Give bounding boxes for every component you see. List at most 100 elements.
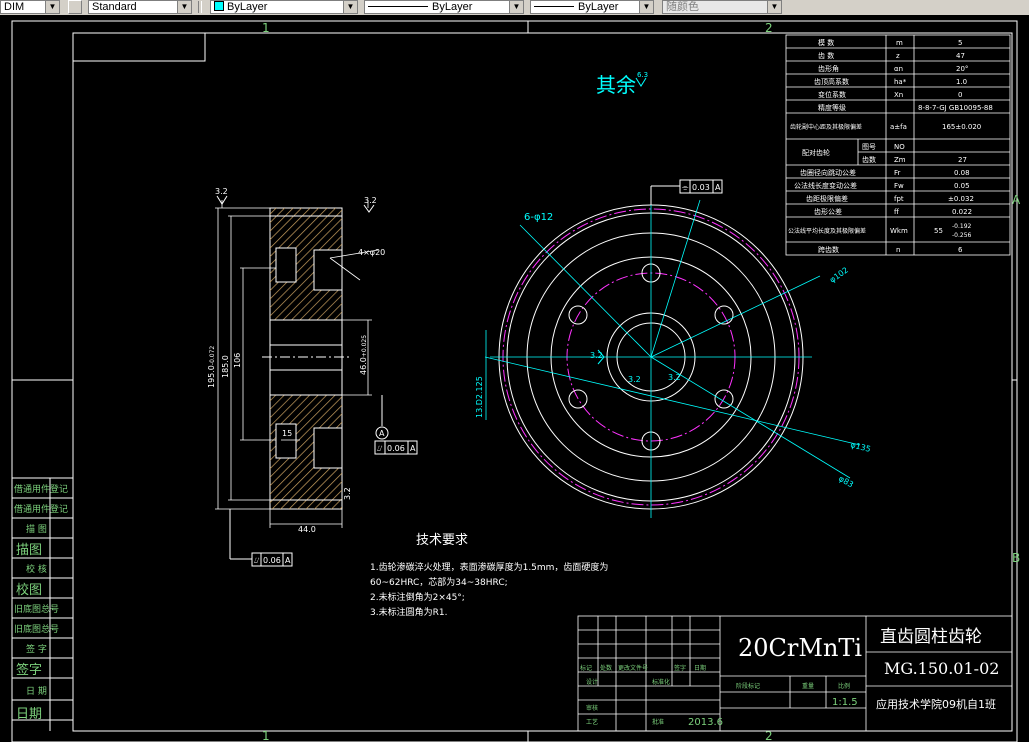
text-style-manager-icon[interactable]: [68, 0, 82, 14]
text-style-combo[interactable]: Standard ▼: [88, 0, 192, 14]
svg-text:签字: 签字: [674, 664, 686, 672]
strip-label: 描图: [16, 543, 42, 558]
plot-style-value: 随颜色: [666, 1, 699, 13]
svg-text:齿形公差: 齿形公差: [814, 207, 842, 216]
tech-req-line: 60~62HRC，芯部为34~38HRC;: [370, 576, 508, 588]
svg-text:标记: 标记: [580, 664, 592, 672]
chevron-down-icon[interactable]: ▼: [509, 1, 523, 13]
svg-text:处数: 处数: [600, 664, 612, 672]
surface-note-roughness: 6.3: [637, 71, 648, 79]
dim-d2: 185.0: [221, 355, 230, 378]
svg-text:n: n: [896, 246, 900, 254]
chevron-down-icon[interactable]: ▼: [767, 1, 781, 13]
hole-label: 6-φ12: [524, 212, 553, 223]
tol-symbol: ⌯: [682, 183, 689, 192]
lineweight-combo[interactable]: ByLayer ▼: [530, 0, 654, 14]
svg-text:55: 55: [934, 227, 943, 235]
svg-text:27: 27: [958, 156, 967, 164]
svg-text:20°: 20°: [956, 65, 968, 73]
svg-text:工艺: 工艺: [586, 718, 598, 726]
svg-text:标准化: 标准化: [652, 678, 670, 686]
properties-toolbar: DIM ▼ Standard ▼ ByLayer ▼ ByLayer ▼ ByLayer…: [0, 0, 1029, 16]
linetype-combo[interactable]: ByLayer ▼: [364, 0, 524, 14]
drawing-no: MG.150.01-02: [884, 659, 999, 678]
tol-symbol: ⌰: [254, 556, 260, 565]
lineweight-preview: [534, 6, 574, 7]
svg-text:齿形角: 齿形角: [818, 64, 839, 73]
tol-value: 0.03: [692, 183, 710, 192]
svg-text:重量: 重量: [802, 682, 814, 690]
svg-text:165±0.020: 165±0.020: [942, 123, 981, 131]
hole-callout: 4×φ20: [358, 248, 385, 257]
svg-text:审核: 审核: [586, 704, 598, 712]
tech-req-line: 3.未标注圆角为R1.: [370, 606, 447, 618]
svg-text:日期: 日期: [694, 664, 706, 672]
strip-label: 签字: [16, 662, 42, 678]
chevron-down-icon[interactable]: ▼: [177, 1, 191, 13]
toolbar-separator: [198, 1, 202, 13]
zone-letter-b: B: [1012, 551, 1020, 565]
strip-label: 旧底图总号: [14, 603, 59, 615]
dim-d3: 106: [233, 353, 242, 368]
svg-text:Fr: Fr: [894, 169, 901, 177]
dim-hub: 15: [282, 429, 292, 438]
front-roughness: 3.2: [668, 373, 681, 382]
dim-keyway: 13.D2.125: [475, 376, 484, 418]
dim-width: 44.0: [298, 525, 316, 534]
zone-number-2: 2: [765, 21, 773, 35]
side-pocket: [313, 427, 343, 469]
plot-style-combo[interactable]: 随颜色 ▼: [662, 0, 782, 14]
dim-style-combo[interactable]: DIM ▼: [0, 0, 60, 14]
color-combo[interactable]: ByLayer ▼: [210, 0, 358, 14]
drawing-canvas[interactable]: 1 2 1 2 A B 借通用件登记 借通用件登记 描 图 描图 校 核 校图 …: [0, 15, 1029, 742]
svg-text:齿顶高系数: 齿顶高系数: [814, 77, 849, 86]
surface-note-text: 其余: [596, 73, 636, 97]
school: 应用技术学院09机自1班: [876, 697, 996, 711]
strip-label: 描 图: [26, 523, 47, 535]
svg-text:6: 6: [958, 246, 963, 254]
scale: 1:1.5: [832, 697, 858, 708]
color-swatch-icon: [214, 1, 224, 11]
svg-text:公法线长度变动公差: 公法线长度变动公差: [794, 181, 857, 190]
svg-text:-0.192: -0.192: [952, 223, 972, 230]
svg-text:a±fa: a±fa: [890, 123, 907, 131]
side-pocket: [275, 247, 297, 283]
chevron-down-icon[interactable]: ▼: [639, 1, 653, 13]
front-roughness: 3.2: [628, 375, 641, 384]
svg-text:z: z: [896, 52, 900, 60]
strip-label: 旧底图总号: [14, 623, 59, 635]
svg-text:批准: 批准: [652, 718, 664, 726]
roughness-bottom: 3.2: [343, 487, 352, 500]
dim-style-value: DIM: [4, 1, 25, 13]
svg-text:-0.256: -0.256: [952, 232, 972, 239]
svg-text:47: 47: [956, 52, 965, 60]
svg-text:1.0: 1.0: [956, 78, 967, 86]
strip-label: 日期: [16, 707, 42, 722]
tol-ref: A: [410, 444, 416, 453]
svg-text:0.022: 0.022: [952, 208, 972, 216]
svg-text:Zm: Zm: [894, 156, 906, 164]
svg-text:m: m: [896, 39, 903, 47]
strip-label: 日 期: [26, 686, 47, 697]
chevron-down-icon[interactable]: ▼: [45, 1, 59, 13]
svg-text:公法线平均长度及其极限偏差: 公法线平均长度及其极限偏差: [788, 227, 866, 235]
svg-text:5: 5: [958, 39, 962, 47]
linetype-preview: [368, 6, 428, 7]
strip-label: 校 核: [26, 563, 47, 575]
svg-text:比例: 比例: [838, 682, 850, 690]
lineweight-value: ByLayer: [578, 1, 619, 13]
svg-text:更改文件号: 更改文件号: [618, 664, 648, 672]
svg-text:齿距极限偏差: 齿距极限偏差: [806, 194, 848, 203]
strip-label: 签 字: [26, 643, 47, 655]
svg-text:αn: αn: [894, 65, 903, 73]
svg-text:ha*: ha*: [894, 78, 907, 86]
chevron-down-icon[interactable]: ▼: [343, 1, 357, 13]
strip-label: 借通用件登记: [14, 503, 68, 515]
strip-label: 校图: [16, 582, 42, 598]
svg-text:0.05: 0.05: [954, 182, 970, 190]
text-style-value: Standard: [92, 1, 137, 13]
svg-text:设计: 设计: [586, 678, 598, 686]
dim-bore: 46.0+0.025: [359, 335, 368, 375]
tech-req-line: 1.齿轮渗碳淬火处理，表面渗碳厚度为1.5mm，齿面硬度为: [370, 561, 608, 573]
svg-text:Fw: Fw: [894, 182, 904, 190]
